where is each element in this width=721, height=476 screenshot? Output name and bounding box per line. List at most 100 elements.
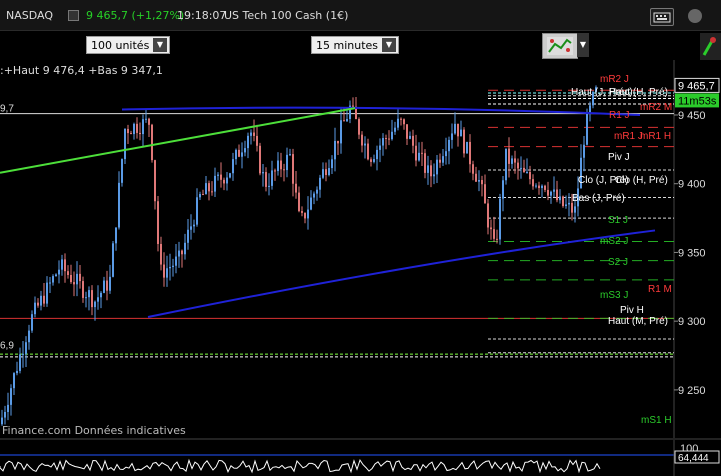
candle-body xyxy=(319,177,321,190)
candle-body xyxy=(232,159,234,174)
candle-body xyxy=(433,174,435,177)
level-label: Haut (H, Pré) xyxy=(609,87,668,98)
candle-body xyxy=(457,123,459,137)
chart-tools-dropdown[interactable]: ▼ xyxy=(577,33,589,57)
candle-body xyxy=(175,256,177,266)
candle-body xyxy=(472,164,474,174)
candle-body xyxy=(10,388,12,405)
candle-body xyxy=(337,140,339,144)
candle-body xyxy=(436,159,438,175)
candle-body xyxy=(109,276,111,291)
candle-body xyxy=(115,227,117,244)
chart-tools-button[interactable] xyxy=(542,33,578,59)
price-axis-label: 9 400 xyxy=(678,179,706,191)
candle-body xyxy=(43,295,45,304)
candle-body xyxy=(469,141,471,165)
candle-body xyxy=(37,302,39,306)
candle-body xyxy=(475,173,477,182)
record-icon[interactable] xyxy=(688,9,702,23)
candle-body xyxy=(328,168,330,176)
candle-body xyxy=(541,185,543,189)
candle-body xyxy=(490,227,492,230)
candle-body xyxy=(187,229,189,243)
oscillator-panel[interactable]: 10064,444 xyxy=(0,438,721,476)
candle-body xyxy=(547,189,549,196)
level-label: Bas (J, Pré) xyxy=(572,193,625,204)
chevron-down-icon[interactable]: ▼ xyxy=(153,38,167,52)
candle-body xyxy=(376,149,378,160)
candle-body xyxy=(415,145,417,161)
candle-body xyxy=(481,180,483,185)
data-source-note: Finance.com Données indicatives xyxy=(2,424,186,437)
candle-body xyxy=(292,154,294,184)
candle-body xyxy=(97,297,99,302)
candle-body xyxy=(307,209,309,219)
candle-body xyxy=(388,138,390,140)
candle-body xyxy=(181,250,183,255)
candle-body xyxy=(193,224,195,227)
candle-body xyxy=(247,135,249,149)
level-label: mR2 J xyxy=(600,74,629,85)
candle-body xyxy=(370,159,372,162)
candle-body xyxy=(211,191,213,193)
level-label: mS2 J xyxy=(600,236,628,247)
candle-body xyxy=(46,282,48,304)
candle-body xyxy=(514,158,516,163)
candle-body xyxy=(22,353,24,355)
star-icon[interactable] xyxy=(68,10,79,21)
candle-body xyxy=(277,160,279,172)
candle-body xyxy=(358,119,360,135)
candle-body xyxy=(352,105,354,107)
candle-body xyxy=(244,148,246,153)
candle-body xyxy=(523,167,525,173)
candle-body xyxy=(499,198,501,240)
candle-body xyxy=(82,281,84,298)
candle-body xyxy=(88,290,90,298)
level-label: mS1 H xyxy=(641,415,672,426)
candle-body xyxy=(340,120,342,144)
candle-body xyxy=(562,196,564,207)
candle-body xyxy=(94,301,96,308)
side-panel-toggle[interactable] xyxy=(700,33,721,63)
units-select[interactable]: 100 unités ▼ xyxy=(86,36,170,54)
time-label: 19:18:07 xyxy=(177,9,227,22)
candle-body xyxy=(199,194,201,198)
candle-body xyxy=(214,175,216,192)
price-chart[interactable]: mR2 JHaut (J, Préc)Haut (H, Pré)mR2 MR1 … xyxy=(0,60,721,438)
candle-body xyxy=(574,206,576,213)
interval-select[interactable]: 15 minutes ▼ xyxy=(311,36,399,54)
candle-body xyxy=(313,193,315,198)
candle-body xyxy=(139,132,141,135)
level-label: R1 J xyxy=(609,110,630,121)
candle-body xyxy=(589,105,591,113)
candle-body xyxy=(346,118,348,122)
candle-body xyxy=(442,156,444,163)
candle-body xyxy=(61,259,63,270)
candle-body xyxy=(229,173,231,178)
candle-body xyxy=(460,129,462,137)
candle-body xyxy=(226,177,228,184)
candle-body xyxy=(382,138,384,146)
candle-body xyxy=(517,162,519,169)
candle-body xyxy=(553,189,555,192)
keyboard-icon[interactable] xyxy=(650,8,674,26)
candle-body xyxy=(163,264,165,278)
chevron-down-icon[interactable]: ▼ xyxy=(382,38,396,52)
level-label: Haut (M, Pré) xyxy=(608,316,668,327)
candle-body xyxy=(373,159,375,162)
candle-body xyxy=(409,135,411,139)
candle-body xyxy=(397,118,399,128)
candle-body xyxy=(283,169,285,171)
candle-body xyxy=(280,160,282,170)
candle-body xyxy=(127,128,129,134)
candle-body xyxy=(58,269,60,275)
candle-body xyxy=(205,183,207,195)
candle-body xyxy=(529,171,531,180)
level-label: mR1 H xyxy=(640,131,671,142)
candle-body xyxy=(13,373,15,389)
candle-body xyxy=(103,280,105,293)
candle-body xyxy=(67,271,69,275)
candle-body xyxy=(40,295,42,306)
candle-timer-value: 11m53s xyxy=(678,95,717,107)
candle-body xyxy=(208,183,210,192)
